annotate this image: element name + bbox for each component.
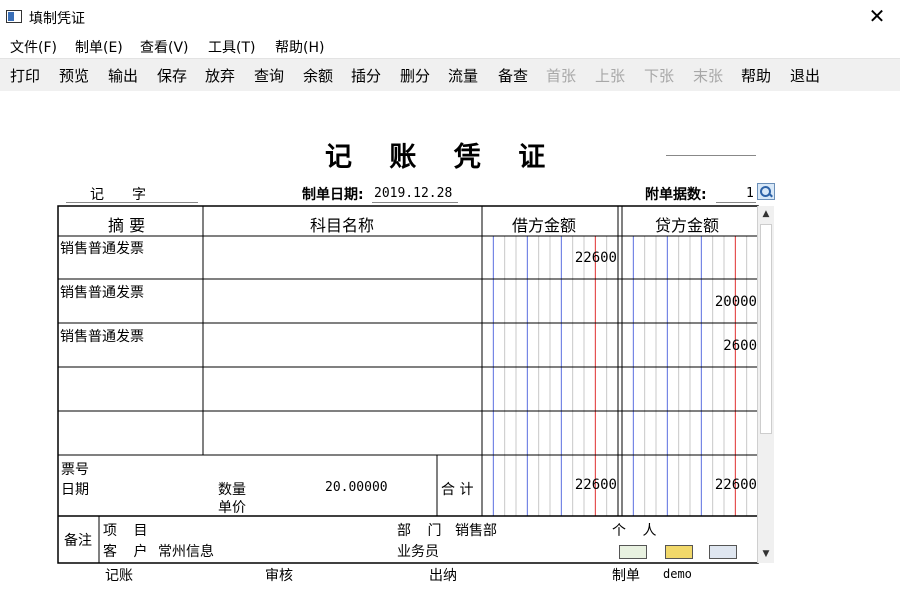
row-1-summary[interactable]: 销售普通发票 [60,238,144,258]
edit-icon[interactable] [709,545,737,559]
row-1-debit[interactable]: 22600 [575,250,617,266]
row-3-summary[interactable]: 销售普通发票 [60,326,144,346]
ticket-no-label: 票号 [61,462,89,478]
voucher-icon[interactable] [619,545,647,559]
total-credit: 22600 [714,477,757,493]
scroll-down-icon[interactable]: ▼ [758,546,774,563]
vertical-scrollbar[interactable]: ▲ ▼ [757,206,774,563]
maker-label: 制单 [612,568,640,584]
unit-price-label: 单价 [218,500,246,516]
scroll-up-icon[interactable]: ▲ [758,206,774,223]
print-icon[interactable] [665,545,693,559]
column-summary: 摘 要 [108,216,146,235]
column-debit: 借方金额 [512,216,577,235]
maker-value: demo [663,567,692,581]
row-2-summary[interactable]: 销售普通发票 [60,282,144,302]
column-credit: 贷方金额 [655,216,720,235]
department-value[interactable]: 销售部 [455,520,497,540]
notes-label: 备注 [64,533,92,549]
project-label: 项 目 [103,523,154,539]
salesperson-label: 业务员 [397,544,439,560]
customer-label: 客 户 [103,544,154,560]
bookkeeper-label: 记账 [105,568,133,584]
person-label: 个 人 [612,523,663,539]
scroll-thumb[interactable] [760,224,772,434]
column-account: 科目名称 [310,216,375,235]
total-label: 合 计 [441,482,474,498]
quantity-label: 数量 [218,482,246,498]
department-label: 部 门 [397,523,448,539]
cashier-label: 出纳 [429,568,457,584]
quantity-value[interactable]: 20.00000 [325,480,388,495]
auditor-label: 审核 [265,568,293,584]
total-debit: 22600 [574,477,617,493]
row-2-credit[interactable]: 20000 [715,294,757,310]
ticket-date-label: 日期 [61,482,89,498]
row-3-credit[interactable]: 2600 [723,338,757,354]
customer-value[interactable]: 常州信息 [158,541,214,561]
